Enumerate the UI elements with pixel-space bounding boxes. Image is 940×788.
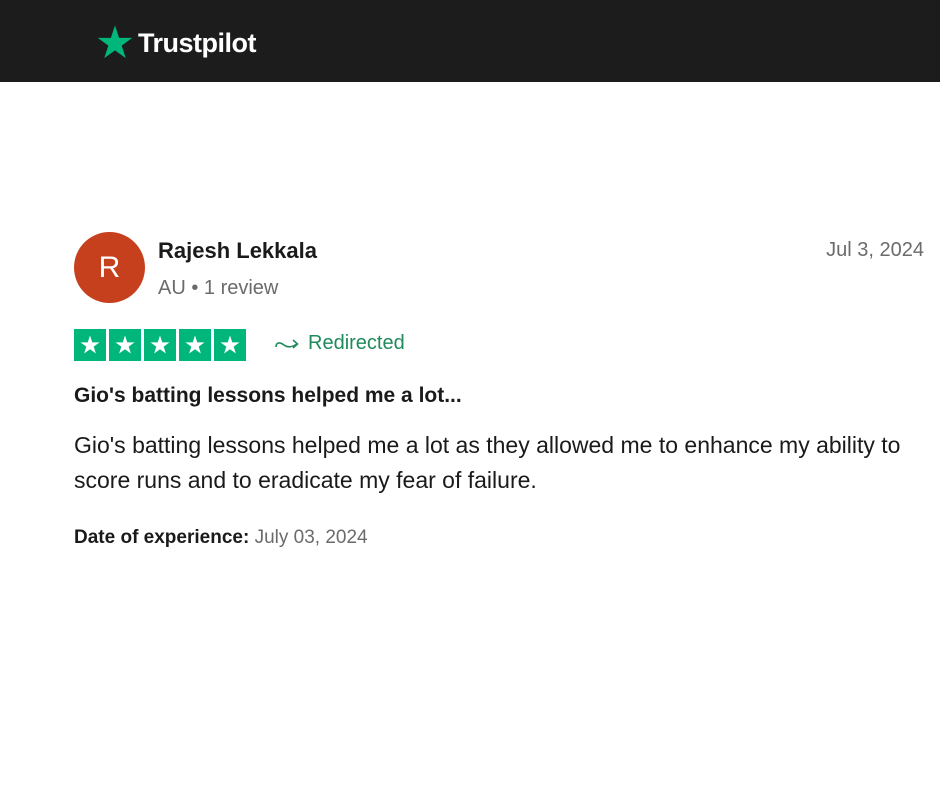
reviewer-meta: AU • 1 review [158,277,279,299]
star-rating [74,329,246,361]
experience-value: July 03, 2024 [254,527,368,548]
brand-name: Trustpilot [138,27,257,58]
rating-star-icon [109,329,141,361]
rating-star-icon [144,329,176,361]
review-date: Jul 3, 2024 [826,239,924,261]
redirect-arrow-icon [275,338,299,349]
rating-star-icon [179,329,211,361]
avatar[interactable]: R [74,232,145,303]
trustpilot-logo[interactable]: Trustpilot [96,22,257,62]
top-bar: Trustpilot [0,0,940,82]
avatar-letter: R [98,250,121,284]
star-icon [97,25,133,59]
date-of-experience: Date of experience: July 03, 2024 [74,527,368,549]
review-title[interactable]: Gio's batting lessons helped me a lot... [74,384,462,408]
rating-star-icon [74,329,106,361]
rating-star-icon [214,329,246,361]
redirected-text: Redirected [308,332,405,354]
reviewer-name[interactable]: Rajesh Lekkala [158,238,317,264]
review-body: Gio's batting lessons helped me a lot as… [74,432,901,493]
redirected-label[interactable]: Redirected [274,332,405,355]
experience-label: Date of experience: [74,527,250,548]
